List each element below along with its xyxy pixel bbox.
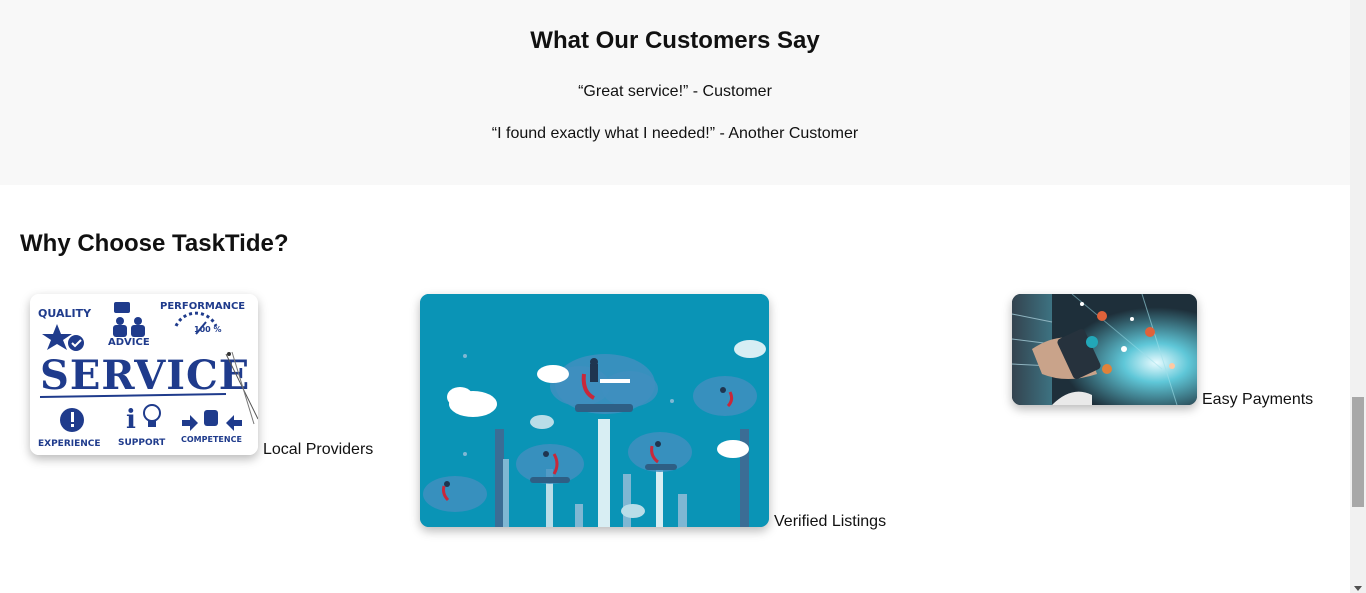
payments-illustration	[1012, 294, 1197, 405]
feature-label: Local Providers	[263, 441, 374, 458]
cloud-illustration	[420, 294, 769, 527]
feature-label: Verified Listings	[774, 513, 887, 530]
scrollbar-thumb[interactable]	[1352, 397, 1364, 507]
svg-text:ADVICE: ADVICE	[108, 337, 150, 348]
testimonial-quote: “Great service!” - Customer	[578, 83, 772, 100]
page-scrollbar[interactable]	[1350, 0, 1366, 593]
svg-text:PERFORMANCE: PERFORMANCE	[160, 301, 245, 312]
testimonial-quote: “I found exactly what I needed!” - Anoth…	[491, 125, 859, 142]
svg-text:SUPPORT: SUPPORT	[118, 438, 166, 448]
testimonials-title: What Our Customers Say	[530, 27, 820, 54]
svg-text:EXPERIENCE: EXPERIENCE	[38, 439, 101, 449]
svg-text:100 %: 100 %	[194, 325, 222, 334]
scroll-down-arrow-icon[interactable]	[1354, 586, 1362, 591]
svg-text:COMPETENCE: COMPETENCE	[181, 435, 242, 444]
page: What Our Customers Say “Great service!” …	[0, 0, 1350, 593]
cloud-image	[420, 294, 769, 527]
service-illustration: QUALITY PERFORMANCE ADVICE 100 % SERVICE	[30, 294, 258, 455]
svg-text:i: i	[126, 405, 136, 435]
svg-text:QUALITY: QUALITY	[38, 307, 92, 320]
testimonials-section: What Our Customers Say “Great service!” …	[0, 0, 1350, 185]
svg-text:SERVICE: SERVICE	[40, 352, 250, 399]
why-choose-title: Why Choose TaskTide?	[20, 230, 289, 257]
feature-label: Easy Payments	[1202, 391, 1314, 408]
service-image: QUALITY PERFORMANCE ADVICE 100 % SERVICE	[30, 294, 258, 455]
payments-image	[1012, 294, 1197, 405]
